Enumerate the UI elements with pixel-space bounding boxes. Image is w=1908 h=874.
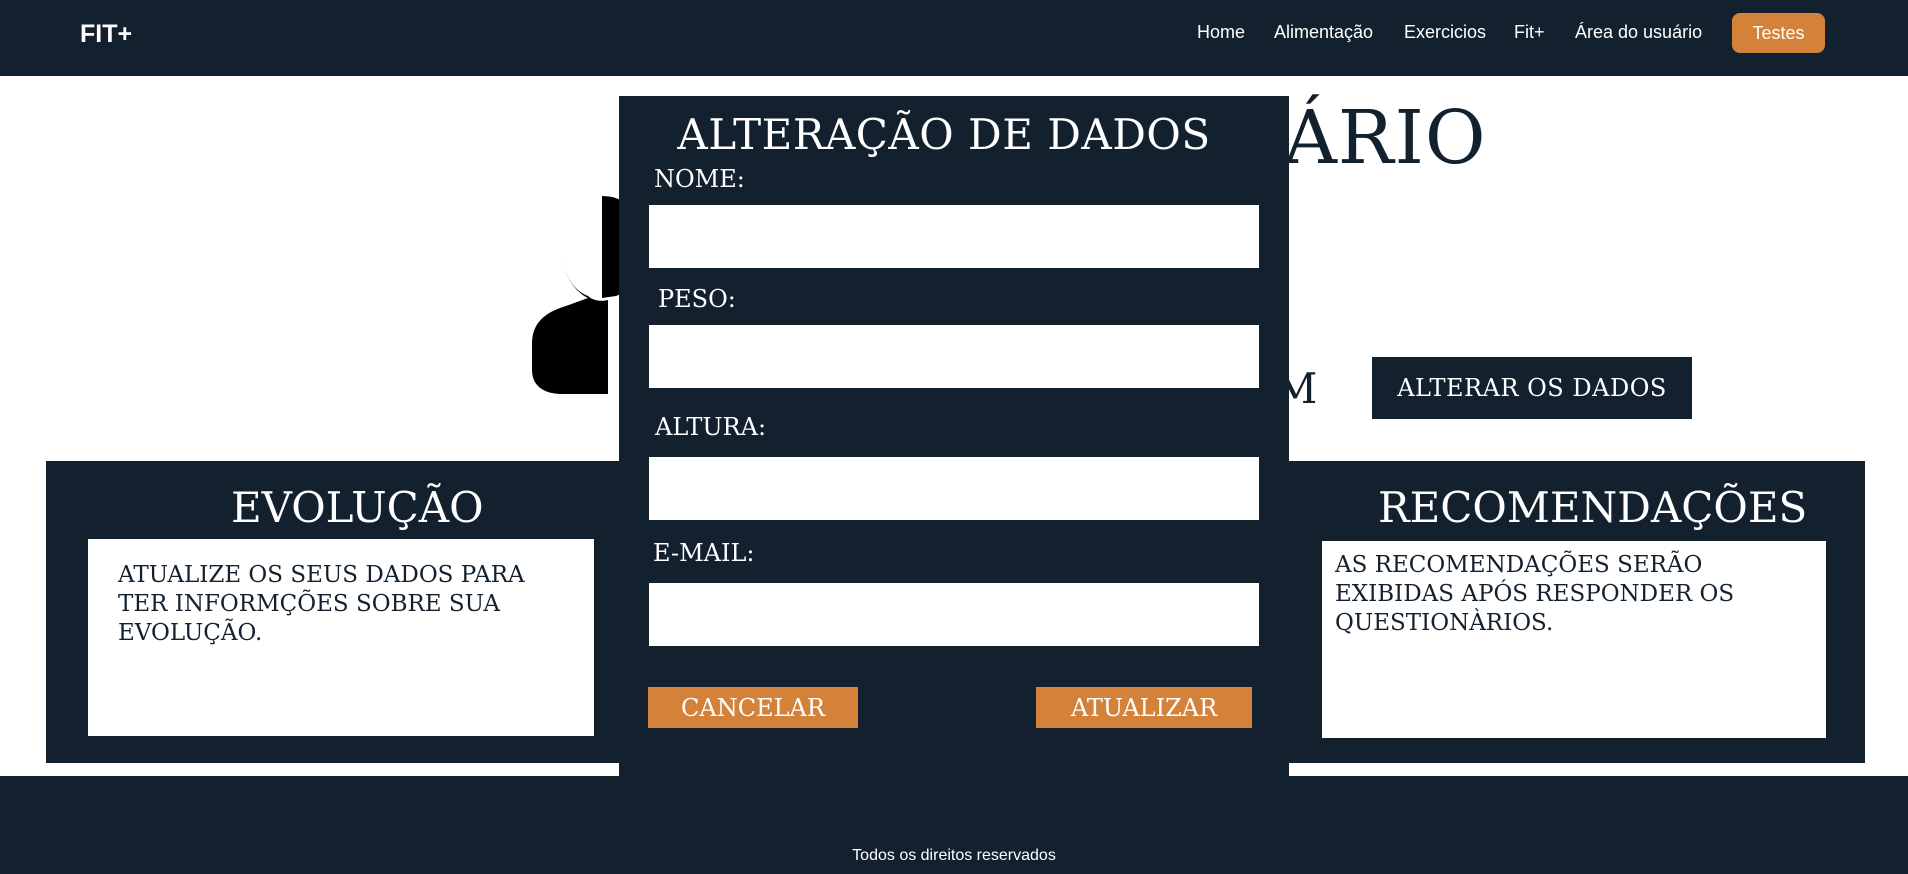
recommendations-title: RECOMENDAÇÕES (1378, 483, 1808, 532)
nav-link-alimentacao[interactable]: Alimentação (1274, 22, 1373, 43)
edit-data-modal: ALTERAÇÃO DE DADOS NOME: PESO: ALTURA: E… (619, 96, 1289, 776)
brand-logo[interactable]: FIT+ (80, 20, 132, 49)
recommendations-panel: RECOMENDAÇÕES AS RECOMENDAÇÕES SERÃO EXI… (1280, 461, 1865, 763)
evolution-title: EVOLUÇÃO (231, 483, 484, 532)
testes-button[interactable]: Testes (1732, 13, 1825, 53)
evolution-message: ATUALIZE OS SEUS DADOS PARA TER INFORMÇÕ… (88, 539, 594, 736)
email-label: E-MAIL: (653, 539, 755, 567)
recommendations-message: AS RECOMENDAÇÕES SERÃO EXIBIDAS APÓS RES… (1322, 541, 1826, 738)
height-label: ALTURA: (655, 413, 767, 441)
update-button[interactable]: ATUALIZAR (1036, 687, 1252, 728)
cancel-button[interactable]: CANCELAR (648, 687, 858, 728)
footer: Todos os direitos reservados (0, 776, 1908, 874)
name-input[interactable] (649, 205, 1259, 268)
name-label: NOME: (654, 165, 745, 193)
footer-copyright: Todos os direitos reservados (852, 847, 1056, 864)
weight-label: PESO: (658, 285, 736, 313)
email-input[interactable] (649, 583, 1259, 646)
navbar: FIT+ Home Alimentação Exercicios Fit+ Ár… (0, 0, 1908, 76)
evolution-panel: EVOLUÇÃO ATUALIZE OS SEUS DADOS PARA TER… (46, 461, 626, 763)
nav-link-home[interactable]: Home (1197, 22, 1245, 43)
height-input[interactable] (649, 457, 1259, 520)
modal-title: ALTERAÇÃO DE DADOS (677, 110, 1211, 159)
nav-link-area-usuario[interactable]: Área do usuário (1575, 22, 1702, 43)
nav-link-fitplus[interactable]: Fit+ (1514, 22, 1545, 43)
alter-data-button[interactable]: ALTERAR OS DADOS (1372, 357, 1692, 419)
nav-link-exercicios[interactable]: Exercicios (1404, 22, 1486, 43)
weight-input[interactable] (649, 325, 1259, 388)
